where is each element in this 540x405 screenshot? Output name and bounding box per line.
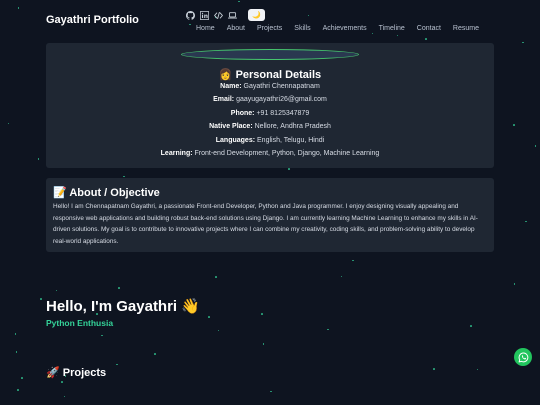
star-dot — [476, 368, 479, 371]
star-dot — [470, 325, 472, 327]
projects-heading: 🚀 Projects — [46, 367, 107, 379]
header-icon-row: 🌙 — [186, 9, 265, 21]
detail-native-place-row: Native Place: Nellore, Andhra Pradesh — [0, 123, 540, 130]
profile-image-placeholder — [181, 49, 359, 60]
whatsapp-icon — [518, 352, 529, 363]
star-dot — [238, 0, 240, 3]
star-dot — [425, 38, 427, 40]
nav-skills[interactable]: Skills — [294, 25, 310, 32]
star-dot — [154, 353, 156, 355]
main-nav: Home About Projects Skills Achievements … — [196, 25, 479, 32]
star-dot — [513, 283, 516, 285]
star-dot — [522, 41, 524, 44]
star-dot — [116, 363, 118, 366]
star-dot — [217, 329, 220, 332]
nav-contact[interactable]: Contact — [417, 25, 441, 32]
about-title: 📝 About / Objective — [53, 187, 160, 199]
star-dot — [327, 328, 329, 331]
star-dot — [215, 276, 217, 278]
star-dot — [21, 377, 23, 379]
detail-learning-row: Learning: Front-end Development, Python,… — [0, 150, 540, 157]
star-dot — [396, 34, 399, 37]
nav-resume[interactable]: Resume — [453, 25, 479, 32]
star-dot — [118, 287, 120, 289]
nav-home[interactable]: Home — [196, 25, 215, 32]
detail-label: Email: — [213, 96, 235, 103]
detail-email-row: Email: gaayugayathri26@gmail.com — [0, 96, 540, 103]
detail-label: Phone: — [230, 110, 255, 117]
star-dot — [307, 14, 310, 17]
star-dot — [525, 220, 527, 223]
star-dot — [208, 316, 210, 318]
detail-value: +91 8125347879 — [256, 110, 310, 117]
nav-achievements[interactable]: Achievements — [323, 25, 367, 32]
star-dot — [189, 23, 191, 26]
hero-title: Hello, I'm Gayathri 👋 — [46, 298, 200, 315]
personal-details-title: 👩 Personal Details — [218, 69, 322, 81]
whatsapp-button[interactable] — [514, 348, 532, 366]
theme-toggle-button[interactable]: 🌙 — [248, 9, 265, 21]
star-dot — [101, 334, 103, 337]
star-dot — [534, 145, 537, 147]
star-dot — [40, 298, 42, 300]
star-dot — [14, 333, 17, 335]
star-dot — [433, 368, 435, 370]
star-dot — [17, 389, 19, 391]
detail-name-row: Name: Gayathri Chennapatnam — [0, 83, 540, 90]
star-dot — [37, 158, 40, 160]
nav-projects[interactable]: Projects — [257, 25, 282, 32]
star-dot — [371, 32, 374, 35]
detail-languages-row: Languages: English, Telugu, Hindi — [0, 137, 540, 144]
detail-label: Native Place: — [209, 123, 253, 130]
portfolio-page: Gayathri Portfolio 🌙 Home About Projects… — [0, 0, 540, 405]
star-dot — [61, 381, 63, 383]
site-brand[interactable]: Gayathri Portfolio — [46, 14, 139, 26]
detail-value: Front-end Development, Python, Django, M… — [194, 150, 380, 157]
star-dot — [262, 343, 265, 345]
detail-value: English, Telugu, Hindi — [257, 137, 325, 144]
star-dot — [17, 7, 20, 9]
nav-timeline[interactable]: Timeline — [379, 25, 405, 32]
star-dot — [15, 351, 18, 353]
code-icon[interactable] — [214, 11, 223, 20]
github-icon[interactable] — [186, 10, 195, 20]
hero-subtitle: Python Enthusia — [46, 318, 114, 328]
star-dot — [63, 395, 66, 398]
detail-label: Languages: — [215, 137, 256, 144]
linkedin-icon[interactable] — [200, 10, 209, 20]
detail-label: Name: — [220, 83, 242, 90]
nav-about[interactable]: About — [227, 25, 245, 32]
star-dot — [261, 313, 263, 315]
detail-label: Learning: — [160, 150, 193, 157]
about-text: Hello! I am Chennapatnam Gayathri, a pas… — [53, 203, 478, 245]
star-dot — [55, 289, 58, 292]
laptop-icon[interactable] — [228, 11, 237, 20]
star-dot — [340, 275, 343, 278]
detail-value[interactable]: gaayugayathri26@gmail.com — [236, 96, 327, 103]
detail-value: Gayathri Chennapatnam — [243, 83, 320, 90]
star-dot — [270, 390, 272, 393]
detail-phone-row: Phone: +91 8125347879 — [0, 110, 540, 117]
detail-value: Nellore, Andhra Pradesh — [254, 123, 331, 130]
star-dot — [288, 168, 290, 170]
star-dot — [352, 259, 354, 262]
